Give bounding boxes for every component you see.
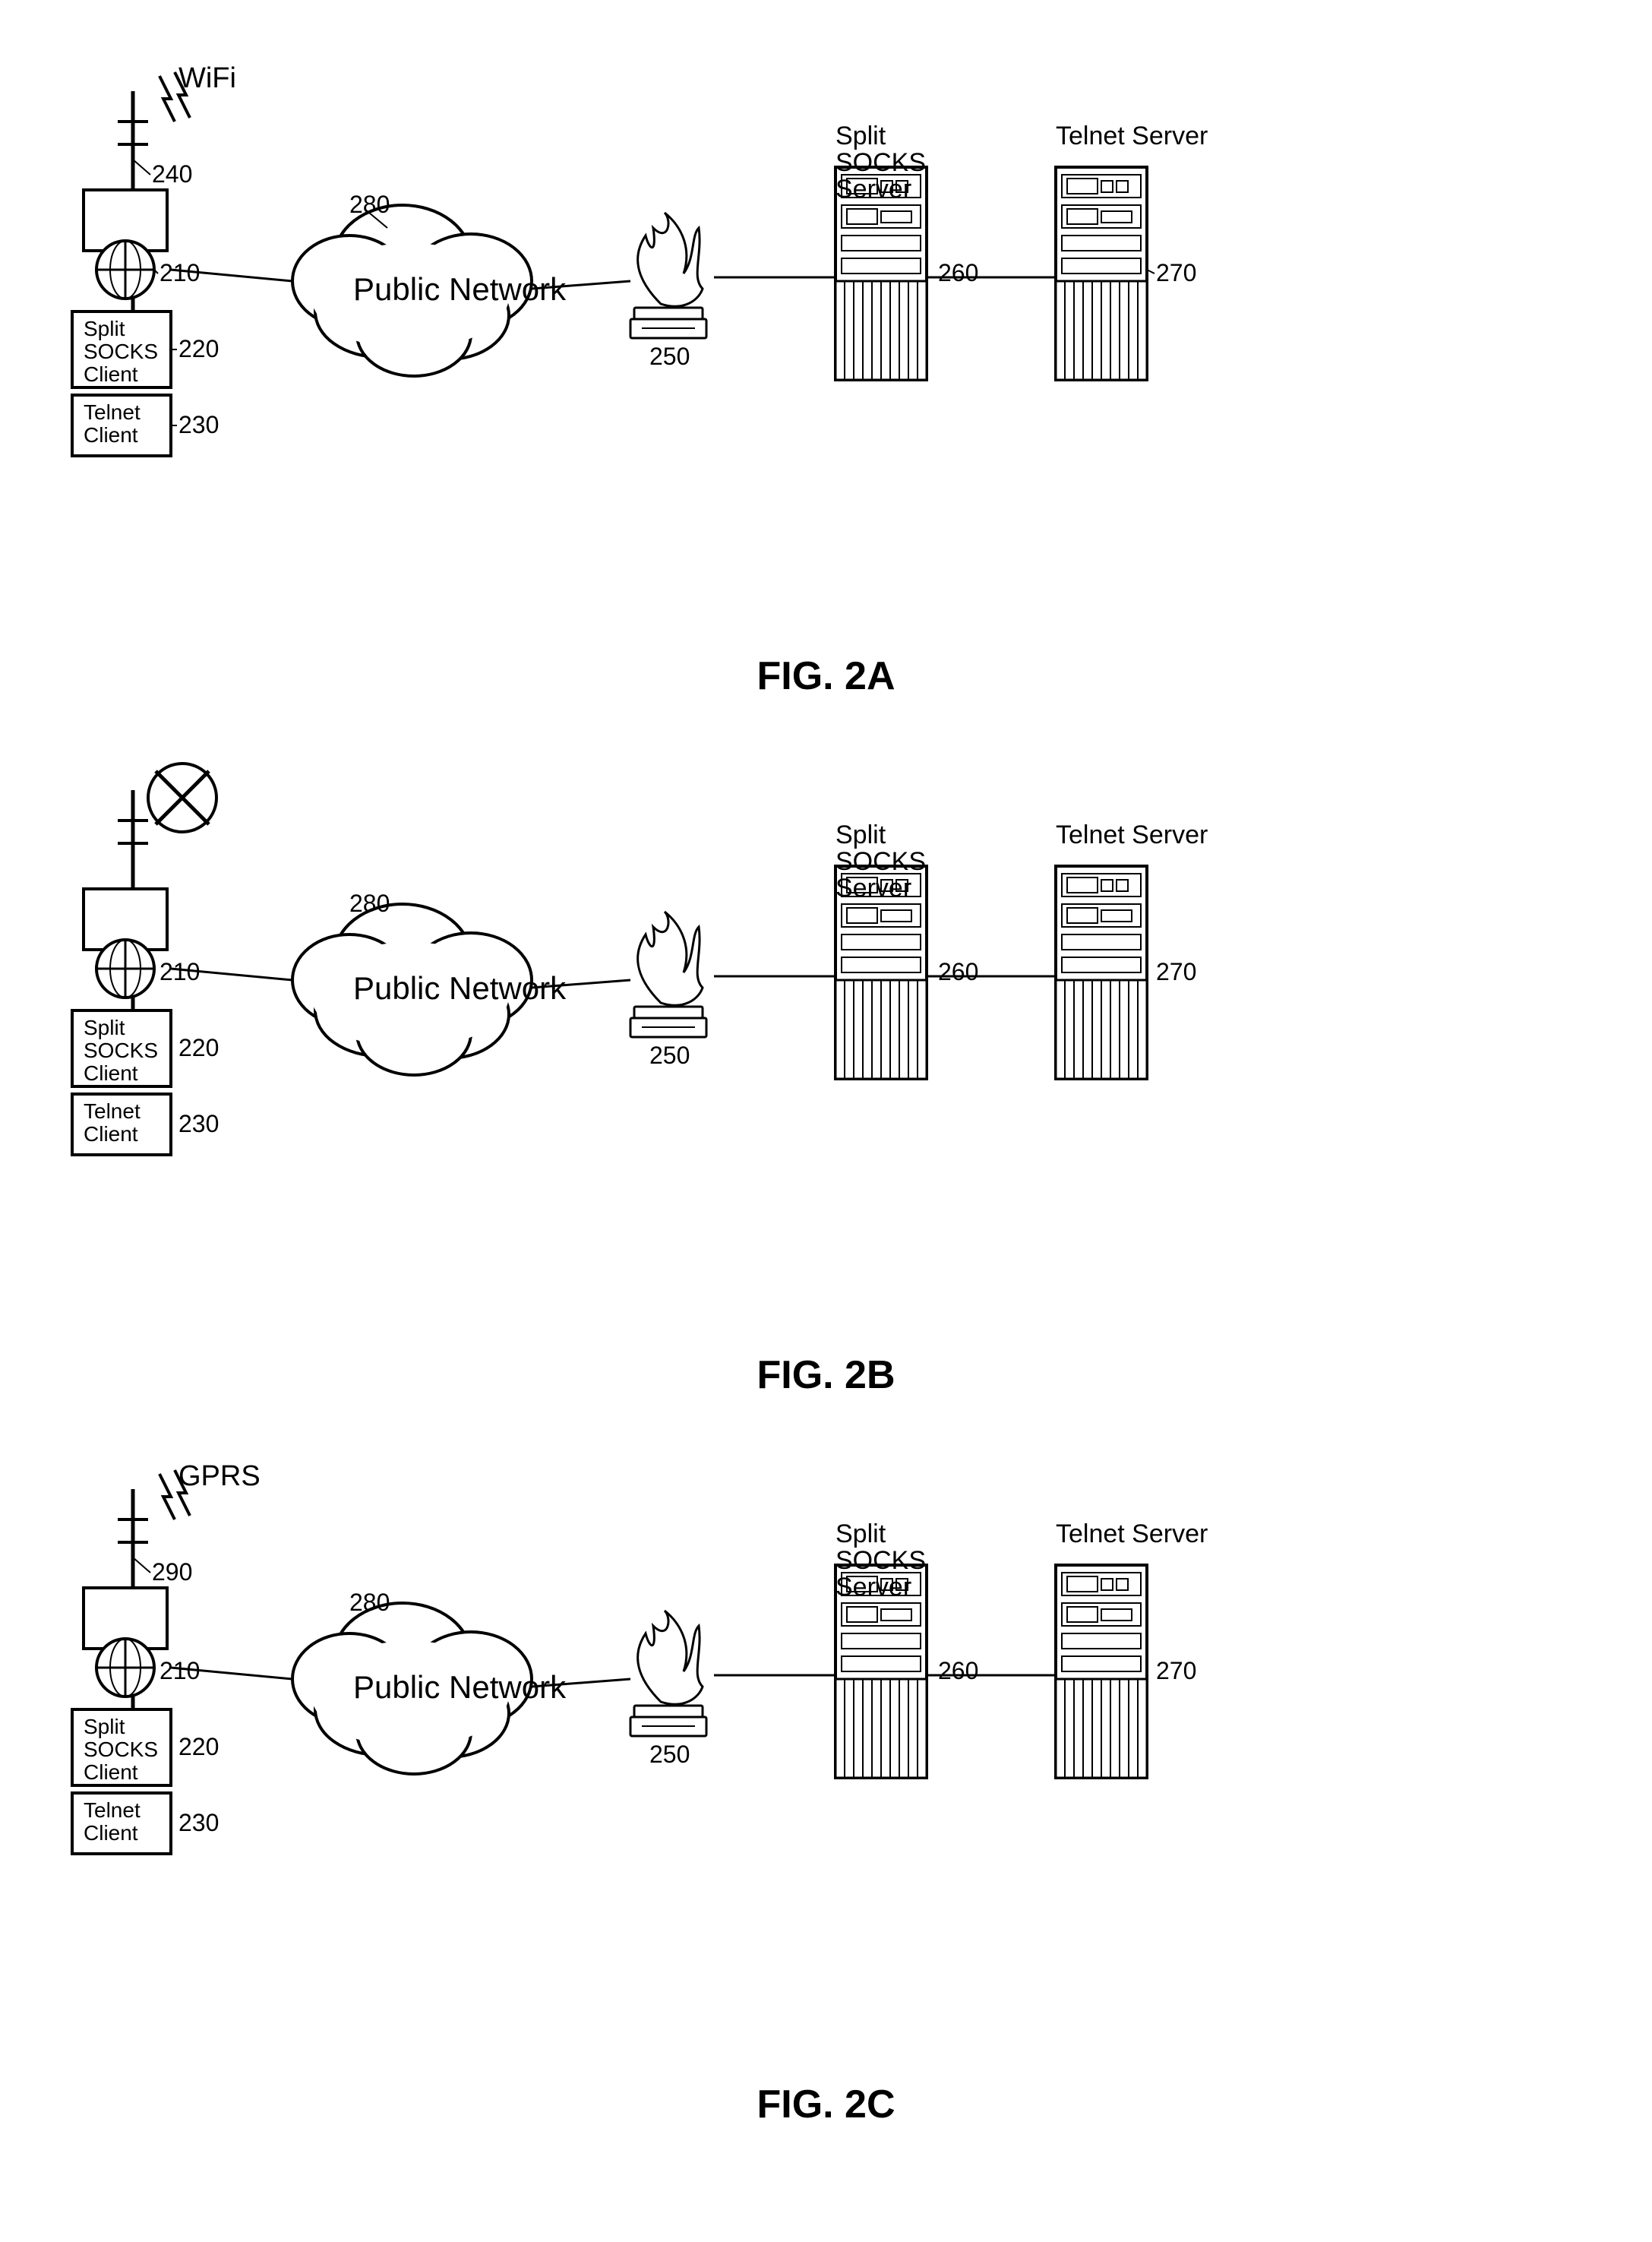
ref250-2b: 250 xyxy=(649,1042,690,1069)
firewall-2b xyxy=(630,912,706,1037)
svg-text:SOCKS: SOCKS xyxy=(84,340,158,363)
ref280-2b: 280 xyxy=(349,890,390,917)
cloud-2a: Public Network xyxy=(292,205,567,376)
page: WiFi 240 210 Split SOCKS Client 22 xyxy=(0,0,1652,2242)
fig2c-label: FIG. 2C xyxy=(61,2082,1591,2127)
ref290-2c: 290 xyxy=(152,1558,192,1586)
svg-text:Server: Server xyxy=(835,175,911,204)
ref220-2a: 220 xyxy=(178,335,219,362)
firewall-2a xyxy=(630,213,706,338)
svg-text:Client: Client xyxy=(84,423,138,447)
svg-text:Telnet: Telnet xyxy=(84,1099,141,1123)
telnet-server-2c xyxy=(1056,1565,1147,1778)
ref260-2b: 260 xyxy=(938,958,978,985)
cloud-2b: Public Network xyxy=(292,904,567,1075)
fig2b-svg: 210 Split SOCKS Client 220 Telnet Client… xyxy=(61,745,1591,1337)
ref270-2b: 270 xyxy=(1156,958,1196,985)
telnet-server-title-2a: Telnet Server xyxy=(1056,122,1208,150)
fig2a-svg: WiFi 240 210 Split SOCKS Client 22 xyxy=(61,46,1591,638)
svg-text:Split: Split xyxy=(835,1519,886,1548)
socks-server-title-2a: Split xyxy=(835,122,886,150)
ref240: 240 xyxy=(152,160,192,188)
svg-text:Client: Client xyxy=(84,1760,138,1784)
svg-text:Client: Client xyxy=(84,1122,138,1146)
ref220-2b: 220 xyxy=(178,1034,219,1061)
svg-text:Server: Server xyxy=(835,874,911,903)
svg-text:SOCKS: SOCKS xyxy=(835,1546,926,1575)
svg-text:SOCKS: SOCKS xyxy=(84,1738,158,1761)
svg-text:Server: Server xyxy=(835,1573,911,1602)
telnet-client-label-2a: Telnet xyxy=(84,400,141,424)
telnet-server-2b xyxy=(1056,866,1147,1079)
svg-text:Split: Split xyxy=(84,1016,125,1039)
fig2c-section: GPRS 290 210 Split SOCKS Client 220 Teln… xyxy=(61,1444,1591,2127)
svg-text:Split: Split xyxy=(84,1715,125,1738)
ref260-2a: 260 xyxy=(938,259,978,286)
cloud-2c: Public Network xyxy=(292,1603,567,1774)
svg-text:Telnet Server: Telnet Server xyxy=(1056,1519,1208,1548)
ref220-2c: 220 xyxy=(178,1733,219,1760)
ref270-2c: 270 xyxy=(1156,1657,1196,1684)
fig2b-label: FIG. 2B xyxy=(61,1352,1591,1398)
fig2c-svg: GPRS 290 210 Split SOCKS Client 220 Teln… xyxy=(61,1444,1591,2066)
fig2a-label: FIG. 2A xyxy=(61,653,1591,699)
telnet-server-2a xyxy=(1056,167,1147,380)
svg-text:Telnet Server: Telnet Server xyxy=(1056,821,1208,849)
ref270-2a: 270 xyxy=(1156,259,1196,286)
ref250-2c: 250 xyxy=(649,1741,690,1768)
svg-text:SOCKS: SOCKS xyxy=(835,847,926,876)
fig2a-section: WiFi 240 210 Split SOCKS Client 22 xyxy=(61,46,1591,699)
ref230-2c: 230 xyxy=(178,1809,219,1836)
gprs-label-2c: GPRS xyxy=(178,1460,261,1492)
svg-text:SOCKS: SOCKS xyxy=(84,1039,158,1062)
wifi-label-2a: WiFi xyxy=(178,62,236,94)
svg-text:Client: Client xyxy=(84,1821,138,1845)
svg-text:Client: Client xyxy=(84,1061,138,1085)
svg-text:Client: Client xyxy=(84,362,138,386)
ref230-2b: 230 xyxy=(178,1110,219,1137)
ref250-2a: 250 xyxy=(649,343,690,370)
svg-text:Split: Split xyxy=(835,821,886,849)
svg-text:SOCKS: SOCKS xyxy=(835,148,926,177)
ref280-2c: 280 xyxy=(349,1589,390,1616)
svg-text:Telnet: Telnet xyxy=(84,1798,141,1822)
ref230-2a: 230 xyxy=(178,411,219,438)
ref260-2c: 260 xyxy=(938,1657,978,1684)
socks-client-label-2a: Split xyxy=(84,317,125,340)
fig2b-section: 210 Split SOCKS Client 220 Telnet Client… xyxy=(61,745,1591,1398)
firewall-2c xyxy=(630,1611,706,1736)
